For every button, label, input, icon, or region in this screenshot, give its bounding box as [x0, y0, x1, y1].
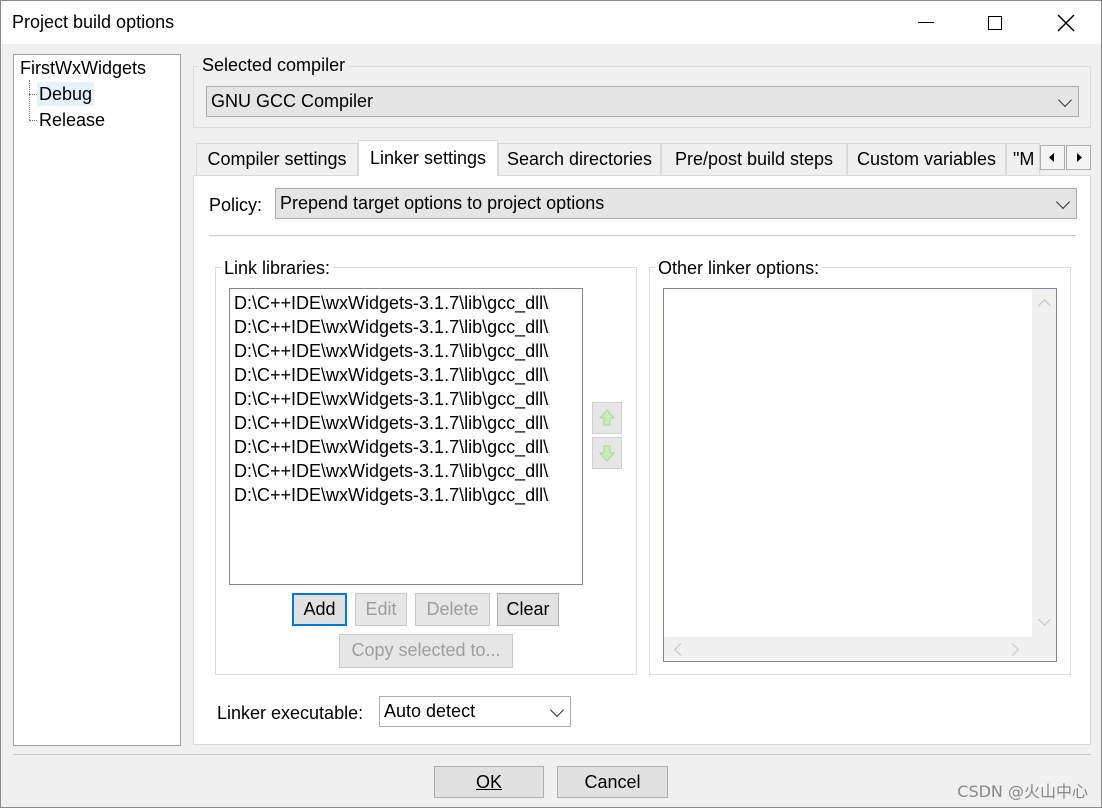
list-item[interactable]: D:\C++IDE\wxWidgets-3.1.7\lib\gcc_dll\ — [234, 315, 548, 339]
window-title: Project build options — [12, 12, 175, 32]
policy-select[interactable]: Prepend target options to project option… — [275, 188, 1077, 219]
target-tree[interactable] — [13, 54, 181, 746]
list-item[interactable]: D:\C++IDE\wxWidgets-3.1.7\lib\gcc_dll\ — [234, 387, 548, 411]
tab-scroll-left-button[interactable] — [1040, 145, 1065, 170]
vertical-scrollbar[interactable] — [1032, 289, 1056, 637]
linker-executable-label: Linker executable: — [217, 703, 364, 723]
tree-root-project[interactable]: FirstWxWidgets — [20, 56, 146, 80]
list-item[interactable]: D:\C++IDE\wxWidgets-3.1.7\lib\gcc_dll\ — [234, 411, 548, 435]
linker-executable-select[interactable]: Auto detect — [379, 696, 571, 727]
tree-connector — [29, 80, 30, 120]
tab-more-truncated[interactable]: "M — [1006, 143, 1040, 175]
close-icon — [1057, 14, 1075, 31]
copy-selected-button[interactable]: Copy selected to... — [339, 634, 513, 668]
horizontal-scrollbar[interactable] — [664, 637, 1032, 661]
chevron-down-icon — [549, 702, 565, 718]
divider — [209, 235, 1076, 236]
tab-linker-settings[interactable]: Linker settings — [358, 140, 498, 176]
link-libraries-label: Link libraries: — [221, 256, 334, 280]
ok-button[interactable]: OK — [434, 766, 544, 798]
policy-label: Policy: — [209, 195, 263, 215]
ok-button-label: OK — [475, 772, 502, 792]
watermark: CSDN @火山中心 — [957, 782, 1088, 801]
maximize-button[interactable] — [972, 1, 1018, 44]
chevron-down-icon — [1055, 194, 1071, 210]
scrollbar-corner — [1032, 637, 1056, 661]
tab-search-directories[interactable]: Search directories — [498, 143, 661, 175]
link-libraries-list[interactable]: D:\C++IDE\wxWidgets-3.1.7\lib\gcc_dll\ D… — [229, 288, 583, 585]
tree-item-release[interactable]: Release — [39, 108, 105, 132]
close-button[interactable] — [1043, 1, 1089, 44]
scroll-down-icon — [1038, 613, 1051, 626]
edit-button[interactable]: Edit — [355, 593, 407, 626]
other-linker-options-textarea[interactable] — [663, 288, 1057, 662]
other-linker-options-label: Other linker options: — [655, 256, 823, 280]
clear-button[interactable]: Clear — [497, 593, 559, 626]
triangle-left-icon — [1049, 153, 1054, 162]
compiler-label: Selected compiler — [199, 53, 349, 77]
list-item[interactable]: D:\C++IDE\wxWidgets-3.1.7\lib\gcc_dll\ — [234, 291, 548, 315]
tree-item-debug[interactable]: Debug — [37, 82, 95, 106]
minimize-icon — [918, 22, 934, 23]
cancel-button[interactable]: Cancel — [557, 766, 668, 798]
scroll-left-icon — [674, 643, 687, 656]
list-item[interactable]: D:\C++IDE\wxWidgets-3.1.7\lib\gcc_dll\ — [234, 363, 548, 387]
list-item[interactable]: D:\C++IDE\wxWidgets-3.1.7\lib\gcc_dll\ — [234, 435, 548, 459]
compiler-select[interactable]: GNU GCC Compiler — [206, 86, 1079, 117]
down-arrow-icon — [598, 445, 616, 462]
maximize-icon — [988, 15, 1002, 30]
add-button[interactable]: Add — [292, 593, 347, 626]
up-arrow-icon — [598, 409, 616, 426]
delete-button[interactable]: Delete — [415, 593, 490, 626]
tree-connector — [29, 94, 37, 95]
cancel-button-label: Cancel — [584, 772, 641, 792]
move-up-button[interactable] — [592, 402, 622, 434]
move-down-button[interactable] — [592, 437, 622, 469]
tree-connector — [29, 120, 37, 121]
scroll-right-icon — [1006, 643, 1019, 656]
tab-pre-post-build-steps[interactable]: Pre/post build steps — [661, 143, 847, 175]
footer-divider — [13, 754, 1091, 755]
list-item[interactable]: D:\C++IDE\wxWidgets-3.1.7\lib\gcc_dll\ — [234, 339, 548, 363]
scroll-up-icon — [1038, 299, 1051, 312]
triangle-right-icon — [1077, 153, 1082, 162]
compiler-select-value: GNU GCC Compiler — [211, 91, 374, 111]
minimize-button[interactable] — [903, 1, 949, 44]
tab-scroll-right-button[interactable] — [1066, 145, 1091, 170]
policy-select-value: Prepend target options to project option… — [280, 193, 605, 213]
list-item[interactable]: D:\C++IDE\wxWidgets-3.1.7\lib\gcc_dll\ — [234, 483, 548, 507]
tab-compiler-settings[interactable]: Compiler settings — [196, 143, 358, 175]
list-item[interactable]: D:\C++IDE\wxWidgets-3.1.7\lib\gcc_dll\ — [234, 459, 548, 483]
chevron-down-icon — [1057, 92, 1073, 108]
tab-custom-variables[interactable]: Custom variables — [847, 143, 1006, 175]
linker-executable-value: Auto detect — [384, 701, 476, 721]
